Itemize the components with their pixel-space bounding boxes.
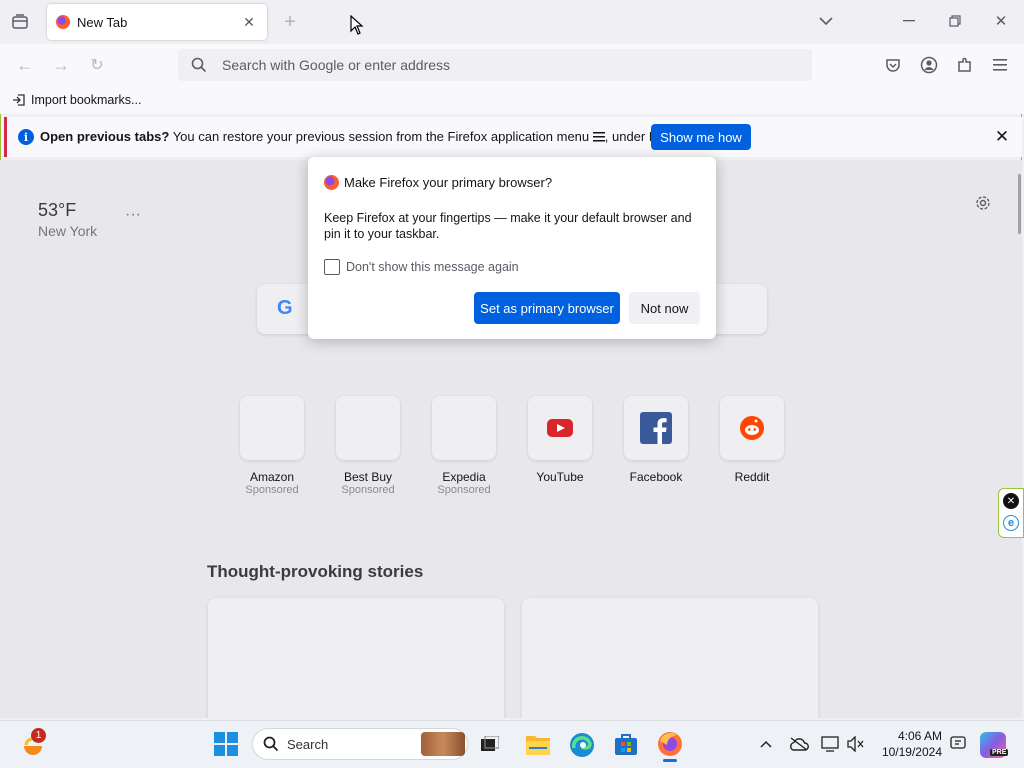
- weather-city: New York: [38, 223, 98, 239]
- shortcut-expedia[interactable]: [432, 396, 496, 460]
- import-bookmarks-label: Import bookmarks...: [31, 93, 142, 107]
- dont-show-checkbox[interactable]: [324, 259, 340, 275]
- shortcut-best-buy[interactable]: [336, 396, 400, 460]
- clock-time[interactable]: 4:06 AM: [880, 729, 942, 743]
- close-infobar-icon[interactable]: ✕: [991, 126, 1013, 148]
- extensions-icon[interactable]: [954, 54, 976, 76]
- back-icon[interactable]: ←: [14, 54, 36, 76]
- show-me-how-button[interactable]: Show me how: [651, 124, 751, 150]
- hamburger-menu-icon: [592, 130, 605, 145]
- file-explorer-icon[interactable]: [526, 733, 550, 760]
- active-app-indicator: [663, 759, 677, 762]
- session-restore-infobar: i Open previous tabs? You can restore yo…: [4, 117, 1022, 157]
- firefox-taskbar-icon[interactable]: [657, 731, 683, 762]
- edge-widget-icon[interactable]: e: [1003, 515, 1019, 531]
- start-icon[interactable]: [214, 732, 238, 761]
- bookmarks-toolbar: Import bookmarks...: [0, 86, 1024, 114]
- dialog-body: Keep Firefox at your fingertips — make i…: [324, 211, 692, 241]
- url-placeholder: Search with Google or enter address: [222, 57, 451, 73]
- pocket-icon[interactable]: [882, 54, 904, 76]
- search-highlight-image: [421, 732, 465, 756]
- tab-list-icon[interactable]: [8, 10, 32, 34]
- taskbar: [0, 720, 1024, 768]
- shortcut-facebook[interactable]: [624, 396, 688, 460]
- app-menu-icon[interactable]: [989, 54, 1011, 76]
- shortcut-label: Best Buy Sponsored: [341, 470, 395, 496]
- story-card[interactable]: [522, 598, 818, 718]
- google-icon: G: [277, 297, 293, 319]
- notifications-icon[interactable]: [948, 734, 968, 754]
- tab-title: New Tab: [77, 15, 128, 30]
- firefox-logo-icon: [324, 175, 339, 190]
- network-icon[interactable]: [820, 734, 840, 754]
- forward-icon[interactable]: →: [50, 54, 72, 76]
- show-hidden-icons-icon[interactable]: [756, 734, 776, 754]
- dialog-title: Make Firefox your primary browser?: [344, 175, 553, 190]
- import-icon: [13, 94, 25, 106]
- shortcut-reddit[interactable]: [720, 396, 784, 460]
- set-primary-browser-button[interactable]: Set as primary browser: [474, 292, 620, 324]
- shortcut-amazon[interactable]: [240, 396, 304, 460]
- shortcut-label: Reddit: [734, 470, 770, 484]
- search-icon: [191, 57, 207, 78]
- story-card[interactable]: [208, 598, 504, 718]
- not-now-button[interactable]: Not now: [629, 292, 700, 324]
- list-all-tabs-icon[interactable]: [815, 10, 837, 32]
- scrollbar-thumb[interactable]: [1018, 174, 1021, 234]
- close-tab-icon[interactable]: ✕: [239, 12, 259, 32]
- close-window-icon[interactable]: ✕: [990, 10, 1012, 32]
- restore-icon[interactable]: [944, 10, 966, 32]
- infobar-text: You can restore your previous session fr…: [169, 129, 593, 144]
- reddit-icon: [740, 416, 764, 440]
- tab-new-tab[interactable]: New Tab ✕: [47, 4, 267, 40]
- shortcut-label: Expedia Sponsored: [437, 470, 491, 496]
- firefox-icon: [56, 15, 70, 29]
- info-icon: i: [18, 129, 34, 145]
- side-widget: ✕ e: [998, 488, 1024, 538]
- account-icon[interactable]: [918, 54, 940, 76]
- volume-muted-icon[interactable]: [846, 734, 866, 754]
- settings-gear-icon[interactable]: [972, 192, 994, 214]
- import-bookmarks-item[interactable]: Import bookmarks...: [12, 91, 141, 109]
- shortcut-label: Facebook: [629, 470, 683, 484]
- shortcut-label: Amazon Sponsored: [245, 470, 299, 496]
- minimize-icon[interactable]: [898, 10, 920, 32]
- dont-show-label: Don't show this message again: [346, 260, 519, 274]
- taskbar-search-label: Search: [287, 737, 329, 752]
- infobar-bold-text: Open previous tabs?: [40, 129, 170, 144]
- mouse-cursor-icon: [350, 14, 364, 40]
- url-bar[interactable]: Search with Google or enter address: [178, 49, 812, 81]
- edge-icon[interactable]: [569, 732, 595, 763]
- weather-more-button[interactable]: ···: [125, 206, 141, 224]
- stories-heading: Thought-provoking stories: [207, 562, 424, 581]
- search-icon: [263, 736, 279, 757]
- taskbar-search[interactable]: Search: [252, 728, 468, 760]
- task-view-icon[interactable]: [481, 735, 500, 752]
- reload-icon[interactable]: ↻: [86, 54, 108, 76]
- shortcut-label: YouTube: [536, 470, 584, 484]
- infobar-message: Open previous tabs? You can restore your…: [40, 129, 692, 145]
- shortcut-youtube[interactable]: [528, 396, 592, 460]
- copilot-badge: PRE: [990, 749, 1009, 756]
- onedrive-icon[interactable]: [788, 734, 810, 754]
- notification-badge: 1: [31, 728, 46, 743]
- store-icon[interactable]: [614, 732, 638, 761]
- close-widget-icon[interactable]: ✕: [1003, 493, 1019, 509]
- clock-date[interactable]: 10/19/2024: [876, 745, 942, 759]
- tab-strip: New Tab ✕ + ✕: [0, 0, 1024, 44]
- new-tab-icon[interactable]: +: [278, 10, 302, 34]
- default-browser-dialog: Make Firefox your primary browser? Keep …: [308, 157, 716, 339]
- weather-temp: 53°F: [38, 200, 77, 220]
- facebook-icon: [640, 412, 672, 444]
- youtube-icon: [547, 419, 573, 437]
